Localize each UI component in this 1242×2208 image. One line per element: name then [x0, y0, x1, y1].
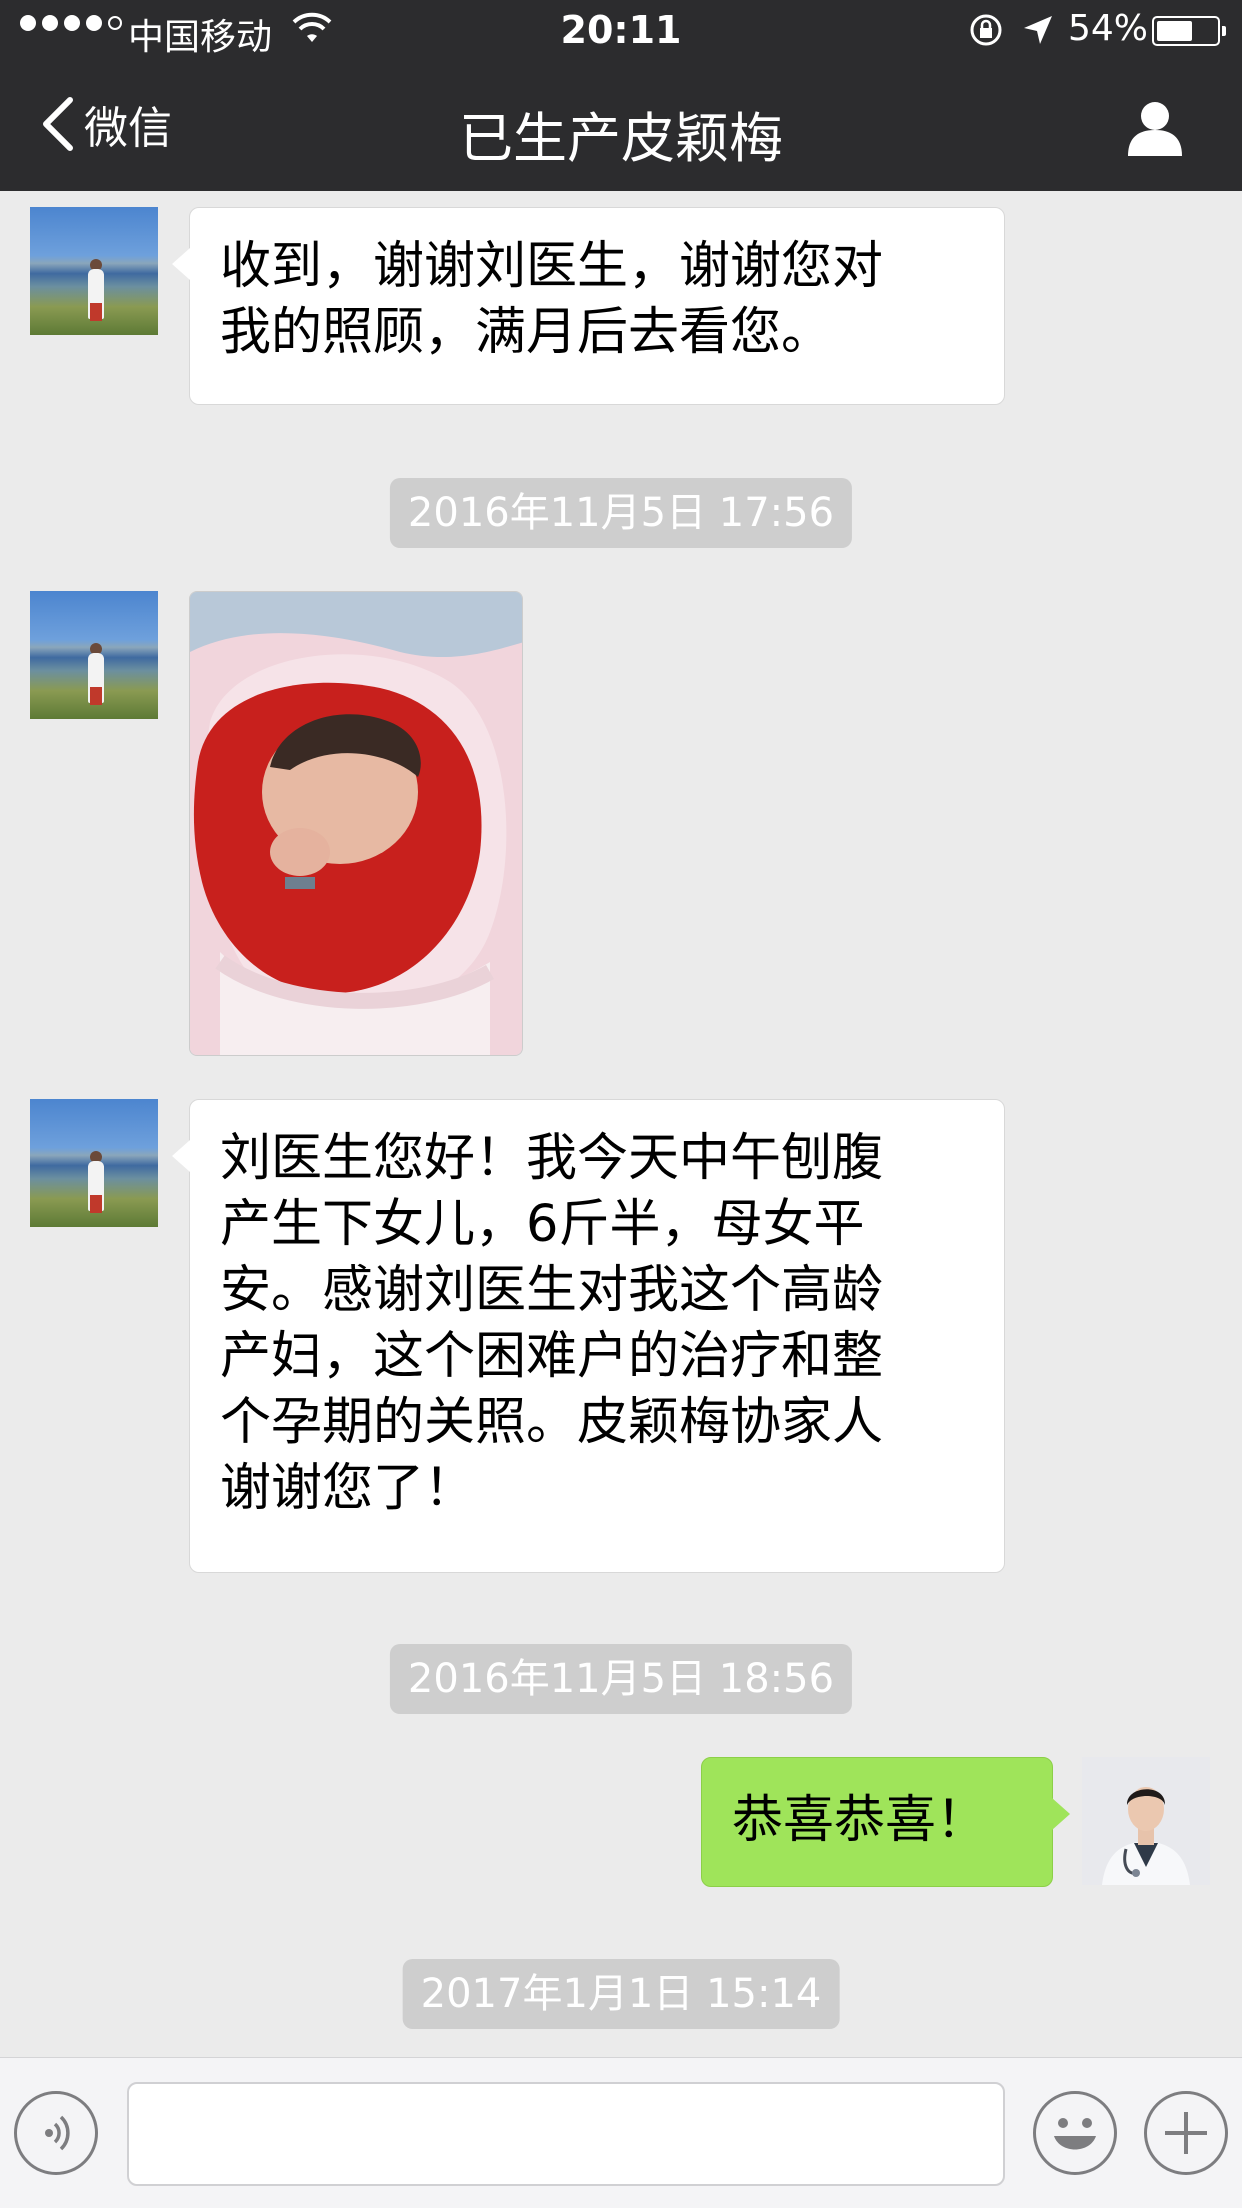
- more-button[interactable]: [1144, 2091, 1228, 2175]
- nav-bar: 微信 已生产皮颖梅: [0, 62, 1242, 191]
- orientation-lock-icon: [970, 14, 1002, 46]
- received-message[interactable]: 刘医生您好！我今天中午刨腹 产生下女儿，6斤半，母女平 安。感谢刘医生对我这个高…: [172, 1099, 1005, 1573]
- contact-avatar[interactable]: [30, 1099, 158, 1227]
- location-icon: [1024, 16, 1052, 44]
- contact-avatar[interactable]: [30, 591, 158, 719]
- timestamp: 2017年1月1日 15:14: [402, 1959, 840, 2029]
- battery-icon: [1152, 16, 1226, 46]
- photo-image: [190, 592, 522, 1055]
- received-message[interactable]: 收到，谢谢刘医生，谢谢您对 我的照顾，满月后去看您。: [172, 207, 1005, 405]
- chat-area[interactable]: 收到，谢谢刘医生，谢谢您对 我的照顾，满月后去看您。 2016年11月5日 17…: [0, 191, 1242, 2057]
- message-input[interactable]: [127, 2082, 1005, 2186]
- newborn-photo[interactable]: [189, 591, 523, 1056]
- chat-title: 已生产皮颖梅: [459, 107, 783, 170]
- timestamp: 2016年11月5日 17:56: [389, 478, 853, 548]
- profile-icon[interactable]: [1126, 98, 1184, 158]
- emoji-button[interactable]: [1033, 2091, 1117, 2175]
- voice-button[interactable]: [14, 2091, 98, 2175]
- status-bar: 中国移动 20:11 54%: [0, 0, 1242, 62]
- plus-icon: [1165, 2112, 1207, 2154]
- contact-avatar[interactable]: [30, 207, 158, 335]
- voice-icon: [45, 2115, 70, 2151]
- sent-message[interactable]: 恭喜恭喜！: [701, 1757, 1070, 1887]
- my-avatar[interactable]: [1082, 1757, 1210, 1885]
- header: 中国移动 20:11 54% 微信 已生产皮颖梅: [0, 0, 1242, 191]
- battery-percent: 54%: [1068, 8, 1149, 49]
- input-bar: [0, 2057, 1242, 2208]
- doctor-portrait: [1082, 1757, 1210, 1885]
- smiley-icon: [1054, 2118, 1096, 2150]
- timestamp: 2016年11月5日 18:56: [389, 1644, 853, 1714]
